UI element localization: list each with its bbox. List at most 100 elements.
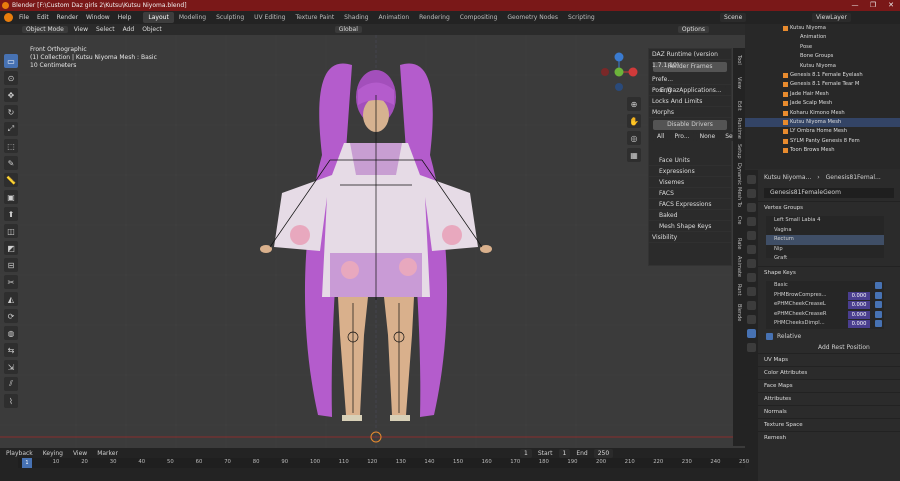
scene-selector[interactable]: Scene <box>720 11 747 24</box>
outliner-item[interactable]: LY Ombra Home Mesh <box>745 127 900 136</box>
world-icon[interactable] <box>747 245 756 254</box>
perspective-grid-icon[interactable]: ▦ <box>627 148 641 162</box>
viewlayer-selector[interactable]: ViewLayer <box>812 11 851 24</box>
morph-face-units[interactable]: Face Units <box>649 155 731 166</box>
outliner-item[interactable]: Animation <box>745 33 900 42</box>
navigation-gizmo[interactable] <box>598 52 640 92</box>
view-menu[interactable]: View <box>74 26 88 33</box>
add-cube-icon[interactable]: ▣ <box>4 190 18 204</box>
morph-mesh-shape-keys[interactable]: Mesh Shape Keys <box>649 221 731 232</box>
smooth-icon[interactable]: ◍ <box>4 326 18 340</box>
section-normals[interactable]: Normals <box>758 405 900 418</box>
outliner-item[interactable]: Pose <box>745 43 900 52</box>
tab-compositing[interactable]: Compositing <box>455 12 503 23</box>
vertex-groups-header[interactable]: Vertex Groups <box>758 201 900 214</box>
morph-all-button[interactable]: All <box>653 132 669 141</box>
mode-dropdown[interactable]: Object Mode <box>22 26 68 33</box>
current-frame-field[interactable]: 1 <box>520 448 532 458</box>
select-menu[interactable]: Select <box>96 26 115 33</box>
outliner-item[interactable]: Kutsu Niyoma <box>745 24 900 33</box>
sidebar-tab-mesh-to[interactable]: Mesh To <box>733 186 745 209</box>
gizmo-y-icon[interactable] <box>614 67 624 77</box>
pan-hand-icon[interactable]: ✋ <box>627 114 641 128</box>
cursor-icon[interactable]: ⊙ <box>4 71 18 85</box>
tool-properties-icon[interactable] <box>747 175 756 184</box>
morph-baked[interactable]: Baked <box>649 210 731 221</box>
sidebar-tab-cre[interactable]: Cre <box>733 209 745 232</box>
end-frame-field[interactable]: 250 <box>593 448 614 458</box>
sidebar-tab-edit[interactable]: Edit <box>733 94 745 117</box>
extrude-icon[interactable]: ⬆ <box>4 207 18 221</box>
maximize-button[interactable]: ❐ <box>864 0 882 11</box>
shape-key-checkbox[interactable] <box>875 310 882 318</box>
morph-none-button[interactable]: None <box>695 132 720 141</box>
outliner-item[interactable]: SYLM Panty Genesis 8 Fem <box>745 137 900 146</box>
shrink-icon[interactable]: ⇲ <box>4 360 18 374</box>
constraints-icon[interactable] <box>747 315 756 324</box>
shape-key-value[interactable]: 0.000 <box>848 301 870 309</box>
scale-icon[interactable]: ⤢ <box>4 122 18 136</box>
material-icon[interactable] <box>747 343 756 352</box>
shape-key-item[interactable]: PHMCheeksDimpl... 0.000 <box>766 319 884 329</box>
tab-modeling[interactable]: Modeling <box>174 12 211 23</box>
tab-scripting[interactable]: Scripting <box>563 12 600 23</box>
tab-geometry-nodes[interactable]: Geometry Nodes <box>502 12 563 23</box>
start-frame-field[interactable]: 1 <box>558 448 571 458</box>
outliner[interactable]: Kutsu Niyoma Animation Pose Bone Groups … <box>745 24 900 169</box>
shape-key-list[interactable]: Basic PHMBrowCompres... 0.000 ePHMCheekCr… <box>766 281 884 329</box>
viewlayer-field[interactable]: ViewLayer <box>812 13 851 22</box>
render-properties-icon[interactable] <box>747 189 756 198</box>
camera-icon[interactable]: ◎ <box>627 131 641 145</box>
tab-sculpting[interactable]: Sculpting <box>211 12 249 23</box>
gizmo-neg-z-icon[interactable] <box>615 83 623 91</box>
sidebar-tab-view[interactable]: View <box>733 71 745 94</box>
section-remesh[interactable]: Remesh <box>758 431 900 444</box>
vertex-group-item[interactable]: Left Small Labia 4 <box>766 216 884 226</box>
section-face-maps[interactable]: Face Maps <box>758 379 900 392</box>
orientation-dropdown[interactable]: Global <box>334 26 362 33</box>
menu-render[interactable]: Render <box>57 14 78 21</box>
tab-layout[interactable]: Layout <box>143 12 174 23</box>
outliner-item[interactable]: Genesis 8.1 Female Tear M <box>745 80 900 89</box>
add-rest-position[interactable]: Add Rest Position <box>758 342 900 353</box>
shape-key-value[interactable]: 0.000 <box>848 320 870 328</box>
rotate-icon[interactable]: ↻ <box>4 105 18 119</box>
blender-menu-icon[interactable] <box>4 13 13 22</box>
vertex-group-list[interactable]: Left Small Labia 4 Vagina Rectum Nip Gra… <box>766 216 884 261</box>
move-icon[interactable]: ✥ <box>4 88 18 102</box>
vertex-group-item-selected[interactable]: Rectum <box>766 235 884 245</box>
outliner-item[interactable]: Jade Hair Mesh <box>745 90 900 99</box>
shape-key-checkbox[interactable] <box>875 291 882 299</box>
vertex-group-item[interactable]: Graft <box>766 254 884 264</box>
section-morphs[interactable]: Morphs <box>649 107 731 118</box>
timeline[interactable]: Playback Keying View Marker 1 Start 1 En… <box>0 448 749 481</box>
shape-key-checkbox[interactable] <box>875 282 882 289</box>
minimize-button[interactable]: — <box>846 0 864 11</box>
section-visibility[interactable]: Visibility <box>649 232 731 243</box>
tab-rendering[interactable]: Rendering <box>414 12 455 23</box>
shear-icon[interactable]: ⫽ <box>4 377 18 391</box>
sidebar-tab-tool[interactable]: Tool <box>733 48 745 71</box>
shape-key-checkbox[interactable] <box>875 301 882 308</box>
tab-uv-editing[interactable]: UV Editing <box>249 12 290 23</box>
sidebar-tab-blende[interactable]: Blende <box>733 301 745 324</box>
gizmo-neg-x-icon[interactable] <box>601 68 609 76</box>
object-menu[interactable]: Object <box>142 26 162 33</box>
shape-key-checkbox[interactable] <box>875 320 882 327</box>
object-properties-icon[interactable] <box>747 259 756 268</box>
menu-help[interactable]: Help <box>118 14 132 21</box>
gizmo-x-icon[interactable] <box>628 67 638 77</box>
sidebar-tab-setup[interactable]: Setup <box>733 140 745 163</box>
sidebar-tab-animate[interactable]: Animate <box>733 255 745 278</box>
knife-icon[interactable]: ✂ <box>4 275 18 289</box>
close-button[interactable]: ✕ <box>882 0 900 11</box>
timeline-menu-marker[interactable]: Marker <box>97 450 118 457</box>
timeline-menu-keying[interactable]: Keying <box>43 450 63 457</box>
particles-icon[interactable] <box>747 287 756 296</box>
outliner-item[interactable]: Koharu Kimono Mesh <box>745 109 900 118</box>
relative-checkbox[interactable] <box>766 333 773 340</box>
vertex-group-item[interactable]: Vagina <box>766 226 884 236</box>
inset-icon[interactable]: ◫ <box>4 224 18 238</box>
section-attributes[interactable]: Attributes <box>758 392 900 405</box>
shape-key-item[interactable]: Basic <box>766 281 884 291</box>
